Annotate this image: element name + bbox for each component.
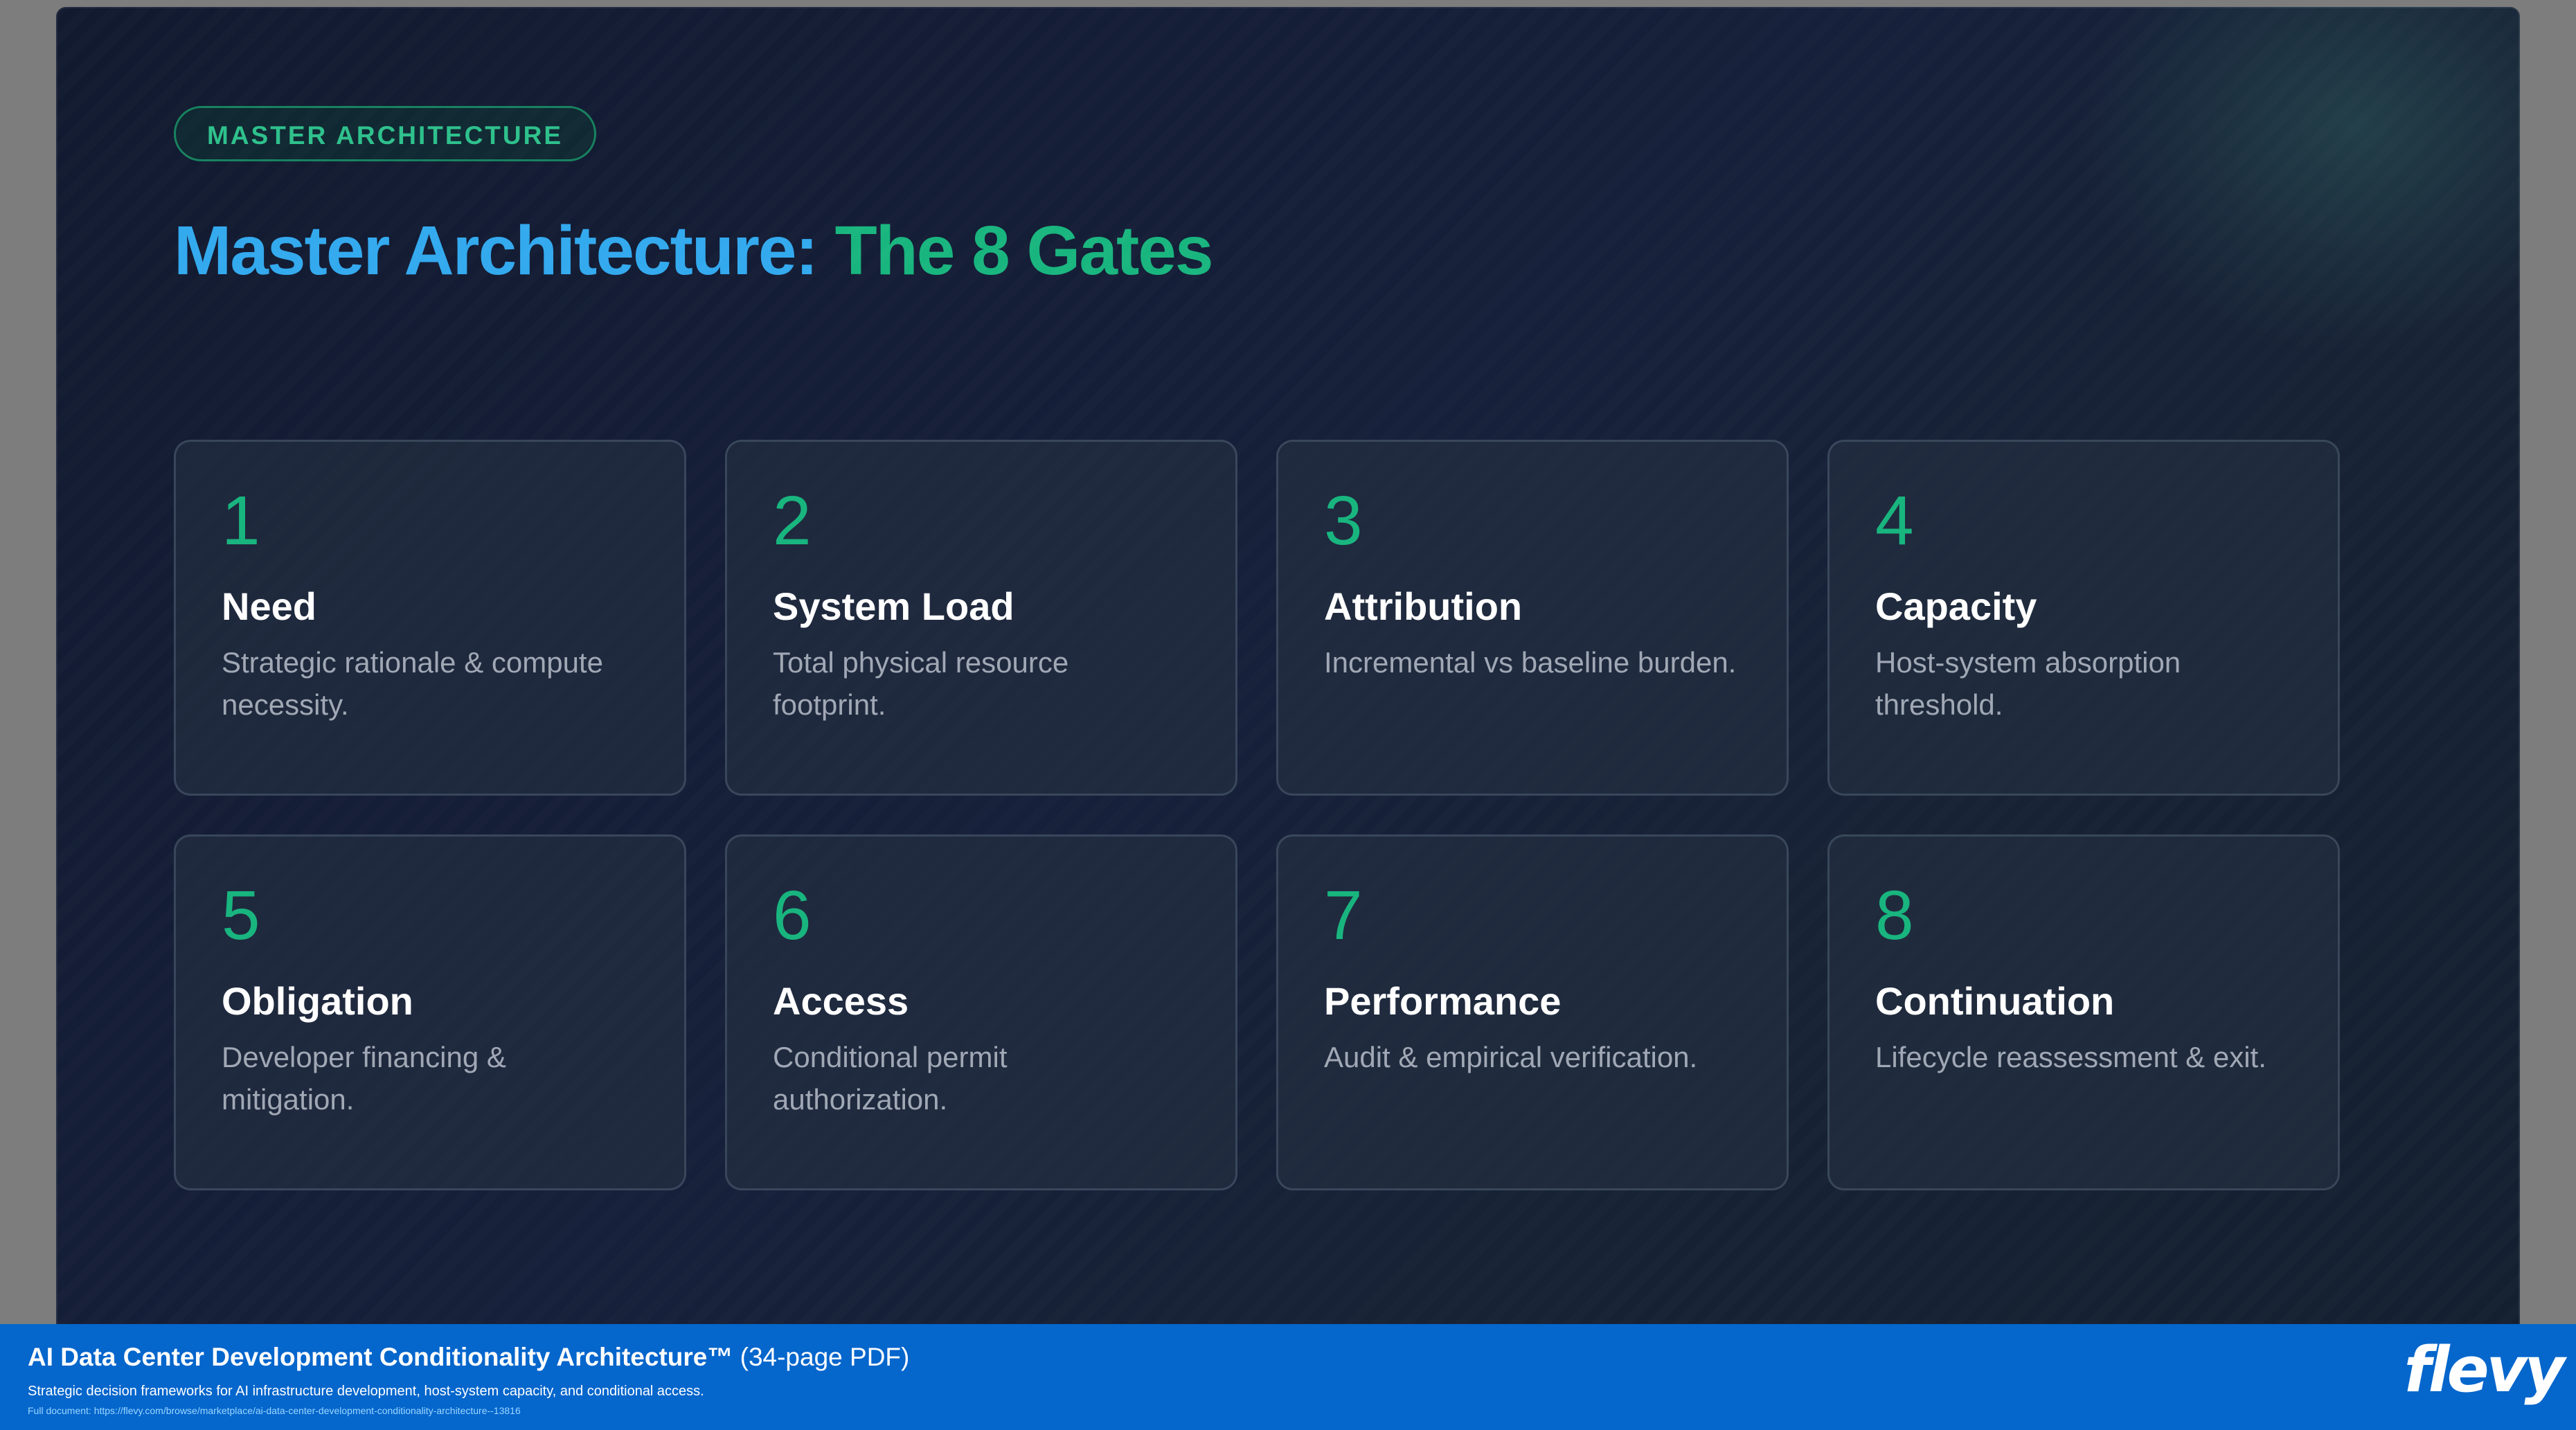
gate-number: 6 (773, 877, 812, 954)
gate-card-1: 1 Need Strategic rationale & compute nec… (174, 440, 686, 796)
gate-description: Lifecycle reassessment & exit. (1875, 1041, 2266, 1074)
section-badge: MASTER ARCHITECTURE (174, 106, 597, 161)
gate-card-2: 2 System Load Total physical resource fo… (725, 440, 1237, 796)
gate-description: Conditional permit authorization. (773, 1041, 1008, 1116)
footer-banner: AI Data Center Development Conditionalit… (0, 1324, 2576, 1430)
gate-card-7: 7 Performance Audit & empirical verifica… (1276, 834, 1789, 1190)
document-subtitle: Strategic decision frameworks for AI inf… (28, 1384, 704, 1399)
gate-title: Continuation (1875, 979, 2115, 1023)
slide: MASTER ARCHITECTURE Master Architecture:… (56, 7, 2520, 1382)
page-count: (34-page PDF) (733, 1343, 910, 1371)
gate-description: Host-system absorption threshold. (1875, 646, 2181, 722)
gate-title: System Load (773, 584, 1014, 628)
gate-description: Incremental vs baseline burden. (1324, 646, 1737, 679)
gate-description: Developer financing & mitigation. (222, 1041, 506, 1116)
gate-title: Performance (1324, 979, 1562, 1023)
document-url-link[interactable]: Full document: https://flevy.com/browse/… (28, 1405, 521, 1416)
gate-number: 5 (222, 877, 260, 954)
gate-card-4: 4 Capacity Host-system absorption thresh… (1827, 440, 2340, 796)
gate-card-8: 8 Continuation Lifecycle reassessment & … (1827, 834, 2340, 1190)
gate-number: 7 (1324, 877, 1363, 954)
gate-number: 8 (1875, 877, 1914, 954)
gate-title: Need (222, 584, 316, 628)
gate-description: Total physical resource footprint. (773, 646, 1069, 722)
gate-number: 4 (1875, 482, 1914, 560)
gate-description: Strategic rationale & compute necessity. (222, 646, 603, 722)
gate-number: 1 (222, 482, 260, 560)
document-title-text[interactable]: AI Data Center Development Conditionalit… (28, 1343, 733, 1371)
gate-title: Obligation (222, 979, 413, 1023)
gate-card-3: 3 Attribution Incremental vs baseline bu… (1276, 440, 1789, 796)
gate-number: 3 (1324, 482, 1363, 560)
slide-title-main: Master Architecture: (174, 212, 835, 289)
gate-description: Audit & empirical verification. (1324, 1041, 1698, 1074)
slide-title: Master Architecture: The 8 Gates (174, 209, 1213, 292)
gate-title: Access (773, 979, 909, 1023)
gate-title: Capacity (1875, 584, 2037, 628)
gate-title: Attribution (1324, 584, 1523, 628)
flevy-logo[interactable]: flevy (2404, 1339, 2565, 1402)
gate-card-5: 5 Obligation Developer financing & mitig… (174, 834, 686, 1190)
gates-grid: 1 Need Strategic rationale & compute nec… (174, 440, 2340, 1190)
document-title[interactable]: AI Data Center Development Conditionalit… (28, 1343, 909, 1372)
slide-title-highlight: The 8 Gates (834, 212, 1214, 289)
gate-card-6: 6 Access Conditional permit authorizatio… (725, 834, 1237, 1190)
gate-number: 2 (773, 482, 812, 560)
